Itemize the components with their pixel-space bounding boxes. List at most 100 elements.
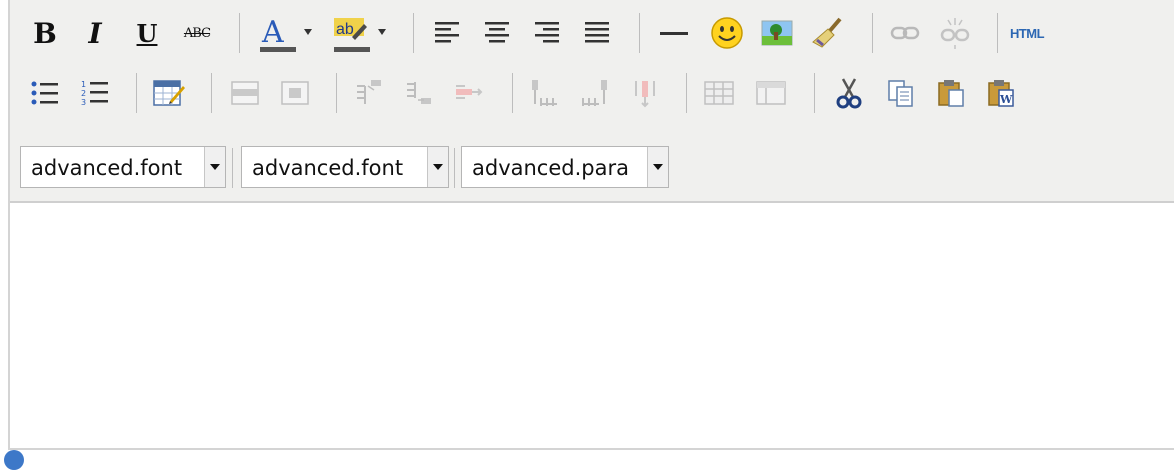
toolbar-separator [639,13,640,53]
align-justify-button[interactable] [576,12,618,54]
broom-icon [812,17,842,48]
merge-cells-button[interactable] [750,72,792,114]
align-left-button[interactable] [426,12,468,54]
editor-content-area[interactable] [10,203,1174,448]
chevron-down-icon[interactable] [647,147,668,187]
delete-row-button[interactable] [448,72,490,114]
insert-column-before-button[interactable] [524,72,566,114]
backcolor-glyph: ab [336,21,354,38]
delete-row-icon [456,85,483,99]
toolbar-row-1: B I U ABC A ab HTML [10,12,1174,72]
row-properties-icon [231,81,259,105]
copy-icon [888,80,913,107]
paste-icon [938,80,964,107]
split-cells-icon [704,81,734,105]
align-left-icon [435,22,459,43]
bold-button[interactable]: B [24,12,66,54]
row-after-icon [407,82,431,104]
strikethrough-button[interactable]: ABC [176,12,218,54]
forecolor-button[interactable]: A [256,12,318,54]
forecolor-bar [260,47,296,52]
unlink-icon [940,18,970,49]
svg-text:1: 1 [81,80,86,89]
numbered-list-icon: 1 2 3 [81,80,108,107]
font-size-select[interactable]: advanced.font [241,146,449,188]
delete-column-icon [635,81,655,108]
toolbar-separator [997,13,998,53]
underline-button[interactable]: U [126,12,168,54]
strikethrough-label: ABC [183,25,211,41]
chevron-down-icon[interactable] [204,147,225,187]
align-center-icon [485,22,509,43]
col-after-icon [582,80,607,106]
table-row-properties-button[interactable] [224,72,266,114]
bold-label: B [33,16,57,50]
underline-label: U [136,18,158,48]
image-icon [761,20,793,46]
svg-text:W: W [999,93,1013,106]
cut-button[interactable] [828,72,870,114]
chevron-down-icon[interactable] [427,147,448,187]
insert-row-after-button[interactable] [398,72,440,114]
toolbar-separator [512,73,513,113]
toolbar-separator [136,73,137,113]
toolbar-separator [814,73,815,113]
bullet-list-button[interactable] [24,72,66,114]
editor-toolbar: B I U ABC A ab HTML 1 2 3 W advanced.fon… [10,0,1174,203]
insert-column-after-button[interactable] [574,72,616,114]
toolbar-separator [336,73,337,113]
toolbar-separator [872,13,873,53]
chevron-down-icon [378,29,386,35]
insert-row-before-button[interactable] [348,72,390,114]
cell-properties-icon [281,81,309,105]
help-icon[interactable] [4,450,24,470]
paste-from-word-icon: W [988,80,1014,107]
smiley-icon [711,17,743,49]
align-justify-icon [585,22,609,43]
table-edit-icon [153,80,185,106]
text-color-icon: A [260,15,312,52]
col-before-icon [532,80,557,106]
rich-text-editor: B I U ABC A ab HTML 1 2 3 W advanced.fon… [8,0,1174,450]
insert-image-button[interactable] [756,12,798,54]
align-center-button[interactable] [476,12,518,54]
html-source-button[interactable]: HTML [1006,12,1048,54]
split-cells-button[interactable] [698,72,740,114]
table-cell-properties-button[interactable] [274,72,316,114]
copy-button[interactable] [880,72,922,114]
chevron-down-icon [304,29,312,35]
font-family-value: advanced.font [31,156,183,180]
html-label: HTML [1009,25,1045,41]
horizontal-rule-button[interactable] [653,12,695,54]
toolbar-separator [232,148,233,188]
horizontal-rule-icon [660,32,688,35]
paste-button[interactable] [930,72,972,114]
toolbar-row-2: 1 2 3 W [10,72,1174,132]
cleanup-button[interactable] [806,12,848,54]
paragraph-format-select[interactable]: advanced.para [461,146,669,188]
toolbar-separator [413,13,414,53]
font-size-value: advanced.font [252,156,404,180]
backcolor-button[interactable]: ab [330,12,392,54]
align-right-icon [535,22,559,43]
toolbar-separator [454,148,455,188]
paste-word-button[interactable]: W [980,72,1022,114]
merge-cells-icon [756,81,786,105]
forecolor-glyph: A [261,15,284,50]
font-family-select[interactable]: advanced.font [20,146,226,188]
row-before-icon [357,80,381,104]
link-icon [890,26,920,40]
highlight-color-icon: ab [334,18,386,52]
svg-text:3: 3 [81,98,86,107]
svg-text:2: 2 [81,89,86,98]
delete-column-button[interactable] [624,72,666,114]
insert-table-button[interactable] [148,72,190,114]
numbered-list-button[interactable]: 1 2 3 [74,72,116,114]
align-right-button[interactable] [526,12,568,54]
insert-link-button[interactable] [884,12,926,54]
backcolor-bar [334,47,370,52]
unlink-button[interactable] [934,12,976,54]
emoticon-button[interactable] [706,12,748,54]
toolbar-separator [211,73,212,113]
italic-button[interactable]: I [74,12,116,54]
